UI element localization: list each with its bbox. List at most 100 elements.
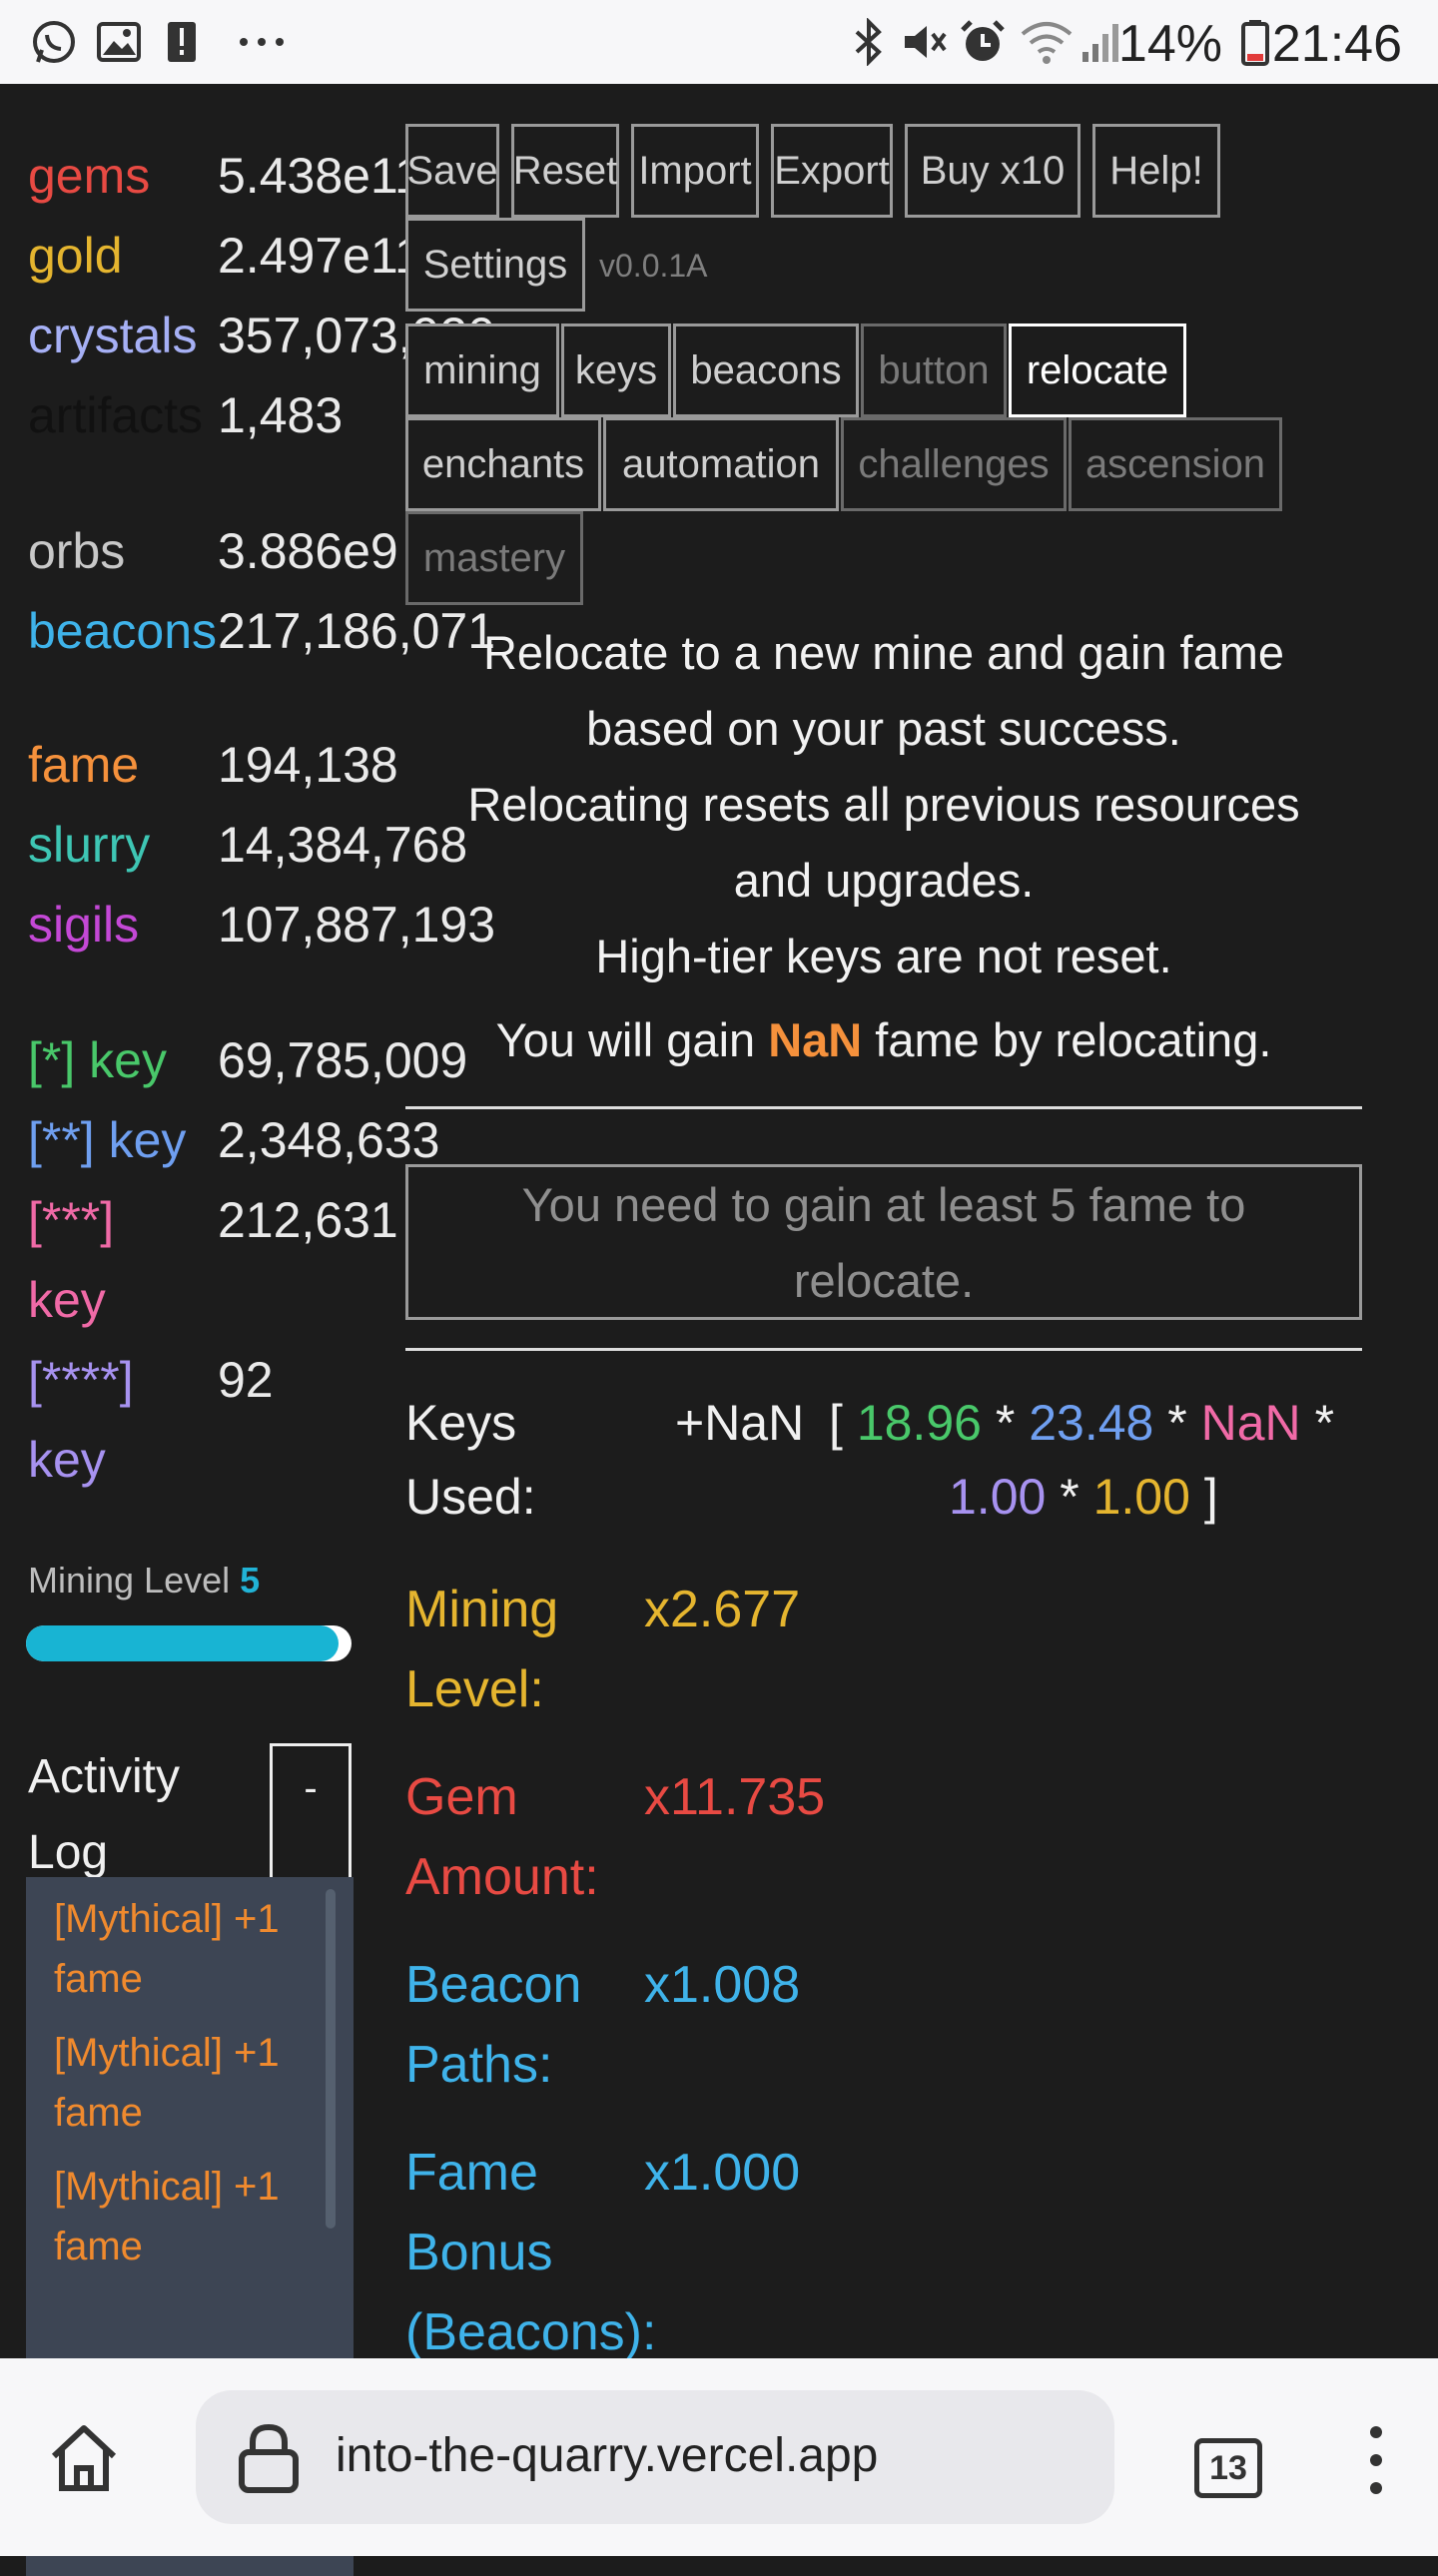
log-entry-3-line2: fame [54, 2225, 143, 2268]
mult-mining-label: Mining [405, 1581, 559, 1638]
wifi-icon [1021, 22, 1073, 64]
import-button[interactable]: Import [631, 124, 759, 218]
gain-pre: You will gain [495, 1013, 769, 1066]
activity-log-title-line2: Log [28, 1826, 109, 1879]
mult-gem-value: x11.735 [644, 1768, 826, 1826]
relocate-desc-1: Relocate to a new mine and gain fame [482, 626, 1285, 679]
tab-relocate[interactable]: relocate [1009, 323, 1186, 417]
keys-used-breakdown-line2: 1.00 * 1.00 ] [949, 1468, 1218, 1526]
keys-used-value: +NaN [675, 1395, 805, 1451]
activity-log-collapse-button[interactable]: - [270, 1743, 352, 1891]
relocate-desc-3: Relocating resets all previous resources [467, 778, 1300, 831]
gain-post: fame by relocating. [862, 1013, 1272, 1066]
mult-gem-label-line2: Amount: [405, 1848, 599, 1906]
mult-fame-label-line2: Bonus [405, 2224, 553, 2281]
relocate-gain-text: You will gain NaN fame by relocating. [409, 1012, 1358, 1067]
mult-mining-value: x2.677 [644, 1581, 801, 1638]
key-4-label-line2: key [28, 1432, 106, 1488]
tab-automation[interactable]: automation [603, 417, 839, 511]
lock-icon[interactable] [236, 2422, 302, 2494]
bracket-open: [ [829, 1395, 843, 1451]
key-factor-4: 1.00 [949, 1469, 1047, 1525]
mining-level-label: Mining Level 5 [28, 1560, 260, 1602]
key-3-value: 212,631 [218, 1192, 398, 1248]
log-entry-3: [Mythical] +1 [54, 2165, 280, 2209]
relocate-desc-2: based on your past success. [586, 702, 1181, 755]
times-4: * [1060, 1469, 1079, 1525]
resource-sigils-label: sigils [28, 897, 140, 953]
browser-toolbar: into-the-quarry.vercel.app 13 [0, 2358, 1438, 2556]
resource-fame-label: fame [28, 737, 140, 793]
times-2: * [1167, 1395, 1187, 1451]
address-bar[interactable]: into-the-quarry.vercel.app [196, 2390, 1114, 2524]
resource-artifacts-label: artifacts [28, 387, 204, 443]
tab-keys[interactable]: keys [561, 323, 671, 417]
keys-used-breakdown: [ 18.96 * 23.48 * NaN * [829, 1394, 1334, 1452]
times-3: * [1314, 1395, 1335, 1451]
mult-fame-value: x1.000 [644, 2144, 801, 2202]
mining-level-progress-fill [26, 1625, 339, 1661]
tab-ascension[interactable]: ascension [1069, 417, 1282, 511]
gain-value: NaN [768, 1013, 863, 1066]
mining-level-number: 5 [240, 1560, 261, 1601]
key-4-value: 92 [218, 1352, 274, 1408]
url-text: into-the-quarry.vercel.app [336, 2429, 879, 2482]
help-button[interactable]: Help! [1092, 124, 1220, 218]
tab-enchants[interactable]: enchants [405, 417, 601, 511]
key-factor-5: 1.00 [1092, 1469, 1190, 1525]
log-entry-1-line2: fame [54, 1957, 143, 2001]
mining-level-progress [26, 1625, 352, 1661]
more-icon [240, 38, 284, 46]
buy-x10-button[interactable]: Buy x10 [905, 124, 1080, 218]
resource-slurry-label: slurry [28, 817, 151, 873]
settings-button[interactable]: Settings [405, 218, 585, 312]
tab-beacons[interactable]: beacons [673, 323, 859, 417]
key-factor-3: NaN [1200, 1395, 1301, 1451]
mult-fame-label: Fame [405, 2144, 538, 2202]
mining-level-text: Mining Level [28, 1560, 241, 1601]
key-factor-2: 23.48 [1029, 1395, 1154, 1451]
resource-orbs-value: 3.886e9 [218, 523, 398, 579]
divider-top [405, 1106, 1362, 1109]
battery-icon [1241, 20, 1269, 66]
activity-log-title: Activity [28, 1750, 181, 1803]
home-icon[interactable] [46, 2420, 122, 2496]
whatsapp-icon [33, 21, 75, 63]
image-icon [97, 22, 141, 62]
divider-bottom [405, 1348, 1362, 1351]
alert-icon [168, 22, 196, 62]
bracket-close: ] [1203, 1469, 1218, 1525]
reset-button[interactable]: Reset [511, 124, 619, 218]
relocate-desc-4: and upgrades. [733, 854, 1035, 907]
mute-icon [905, 26, 947, 58]
relocate-button[interactable]: You need to gain at least 5 fame to relo… [405, 1164, 1362, 1320]
times-1: * [995, 1395, 1016, 1451]
log-entry-2: [Mythical] +1 [54, 2031, 280, 2075]
key-1-label: [*] key [28, 1032, 167, 1088]
export-button[interactable]: Export [771, 124, 893, 218]
tab-count-button[interactable]: 13 [1194, 2438, 1262, 2498]
resource-gold-value: 2.497e11 [218, 228, 422, 284]
tab-mining[interactable]: mining [405, 323, 559, 417]
tab-mastery[interactable]: mastery [405, 511, 583, 605]
overflow-menu-icon[interactable] [1356, 2420, 1396, 2500]
key-3-label-line2: key [28, 1272, 106, 1328]
key-2-value: 2,348,633 [218, 1112, 440, 1168]
key-4-label: [****] [28, 1352, 134, 1408]
resource-orbs-label: orbs [28, 523, 126, 579]
battery-percent: 14% [1117, 15, 1222, 73]
resource-gold-label: gold [28, 228, 123, 284]
resource-artifacts-value: 1,483 [218, 387, 344, 443]
version-label: v0.0.1A [599, 248, 708, 284]
mult-mining-label-line2: Level: [405, 1660, 544, 1718]
relocate-desc-5: High-tier keys are not reset. [595, 930, 1172, 982]
keys-used-label: Keys [405, 1395, 517, 1451]
tab-button[interactable]: button [861, 323, 1007, 417]
resource-gems-label: gems [28, 148, 151, 204]
key-2-label: [**] key [28, 1112, 187, 1168]
relocate-button-line2: relocate. [793, 1254, 975, 1307]
key-factor-1: 18.96 [856, 1395, 982, 1451]
tab-challenges[interactable]: challenges [841, 417, 1067, 511]
status-bar: 14% 21:46 [0, 0, 1438, 84]
save-button[interactable]: Save [405, 124, 499, 218]
